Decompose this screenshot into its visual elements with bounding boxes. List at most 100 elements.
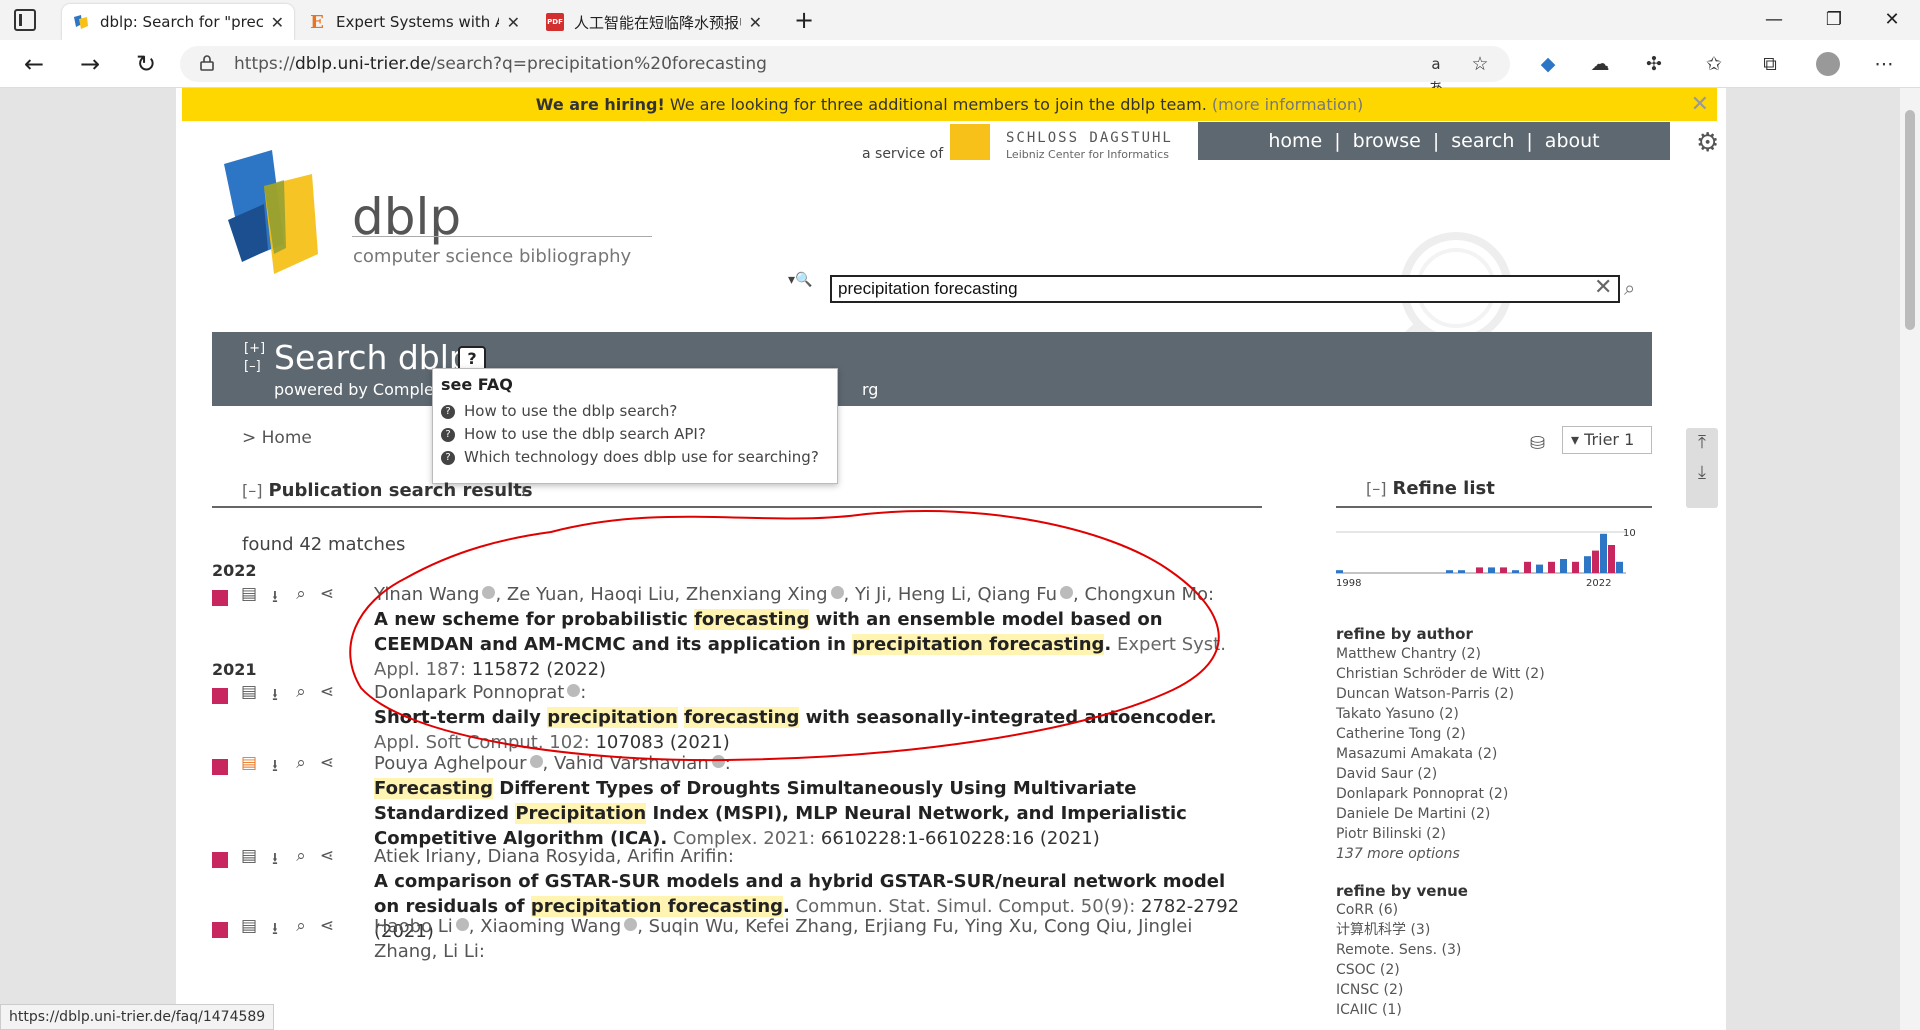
search-related-icon[interactable]: ⌕ (290, 846, 312, 866)
author-list[interactable]: Haobo Li, Xiaoming Wang, Suqin Wu, Kefei… (374, 916, 1192, 962)
refine-author-item[interactable]: Duncan Watson-Parris (2) (1336, 684, 1545, 704)
download-icon[interactable]: ⭳ (264, 753, 286, 782)
extension-icon[interactable]: ◆ (1536, 52, 1560, 76)
histogram-bar[interactable] (1584, 556, 1591, 573)
tab-dblp-search[interactable]: dblp: Search for "precipitation fo ✕ (62, 4, 294, 40)
download-icon[interactable]: ⭳ (264, 584, 286, 613)
search-input[interactable] (830, 275, 1620, 303)
favorite-add-icon[interactable]: ☆ (1468, 52, 1492, 76)
tab-expert-systems[interactable]: E Expert Systems with Applications ✕ (298, 4, 530, 40)
close-window-icon[interactable]: ✕ (1872, 6, 1912, 34)
forward-icon[interactable]: → (74, 48, 106, 80)
read-aloud-icon[interactable]: aあ (1424, 52, 1448, 97)
search-related-icon[interactable]: ⌕ (290, 916, 312, 936)
collections-icon[interactable]: ⧉ (1758, 52, 1782, 76)
share-icon[interactable]: ⋖ (316, 753, 338, 773)
histogram-bar[interactable] (1488, 567, 1495, 573)
histogram-bar[interactable] (1616, 561, 1623, 573)
refine-venue-item[interactable]: CoRR (6) (1336, 900, 1461, 920)
tab-actions-icon[interactable] (14, 9, 36, 31)
histogram-bar[interactable] (1572, 561, 1579, 573)
refine-venue-item[interactable]: Remote. Sens. (3) (1336, 940, 1461, 960)
nav-about[interactable]: about (1545, 130, 1600, 152)
dblp-logo-icon[interactable] (220, 150, 340, 280)
author-list[interactable]: Yinan Wang, Ze Yuan, Haoqi Liu, Zhenxian… (374, 584, 1214, 605)
refine-author-item[interactable]: Catherine Tong (2) (1336, 724, 1545, 744)
banner-close-icon[interactable]: ✕ (1691, 88, 1709, 121)
refine-venue-item[interactable]: ICAIIC (1) (1336, 1000, 1461, 1020)
refine-author-item[interactable]: Matthew Chantry (2) (1336, 644, 1545, 664)
scroll-to-top-icon[interactable]: ⤒ (1686, 428, 1718, 458)
download-icon[interactable]: ⭳ (264, 846, 286, 875)
histogram-bar[interactable] (1458, 570, 1465, 573)
refine-author-item[interactable]: Masazumi Amakata (2) (1336, 744, 1545, 764)
author-list[interactable]: Atiek Iriany, Diana Rosyida, Arifin Arif… (374, 846, 734, 867)
page-scrollbar[interactable] (1900, 88, 1920, 1030)
export-results-icon[interactable]: ⭳ (521, 481, 526, 505)
settings-gear-icon[interactable]: ⚙ (1696, 128, 1719, 158)
new-tab-icon[interactable]: + (784, 6, 824, 34)
download-icon[interactable]: ⭳ (264, 916, 286, 945)
profile-avatar-icon[interactable] (1816, 52, 1840, 76)
favorites-icon[interactable]: ✩ (1702, 52, 1726, 76)
search-clear-icon[interactable]: ✕ (1594, 275, 1612, 300)
publication-results-header[interactable]: [–] Publication search results (242, 480, 533, 501)
histogram-bar[interactable] (1560, 559, 1567, 573)
scroll-to-bottom-icon[interactable]: ⤓ (1686, 458, 1718, 488)
publication-title[interactable]: A new scheme for probabilistic forecasti… (374, 609, 1163, 655)
breadcrumb[interactable]: > Home (242, 428, 312, 448)
refine-venue-item[interactable]: CSOC (2) (1336, 960, 1461, 980)
mirror-select[interactable]: ▾ Trier 1 (1562, 426, 1652, 454)
faq-link-api[interactable]: ? How to use the dblp search API? (441, 423, 829, 446)
venue[interactable]: Appl. Soft Comput. 102: 107083 (2021) (374, 732, 730, 753)
faq-link-search[interactable]: ? How to use the dblp search? (441, 400, 829, 423)
dagstuhl-name[interactable]: SCHLOSS DAGSTUHL (1006, 130, 1173, 146)
tab-close-icon[interactable]: ✕ (749, 13, 762, 32)
nav-browse[interactable]: browse (1353, 130, 1421, 152)
search-related-icon[interactable]: ⌕ (290, 753, 312, 773)
share-icon[interactable]: ⋖ (316, 916, 338, 936)
download-icon[interactable]: ⭳ (264, 682, 286, 711)
electronic-edition-icon[interactable]: ▤ (238, 682, 260, 702)
refine-author-item[interactable]: David Saur (2) (1336, 764, 1545, 784)
refine-author-item[interactable]: Donlapark Ponnoprat (2) (1336, 784, 1545, 804)
histogram-bar[interactable] (1548, 561, 1555, 573)
faq-link-technology[interactable]: ? Which technology does dblp use for sear… (441, 446, 829, 469)
tab-close-icon[interactable]: ✕ (271, 13, 284, 32)
electronic-edition-icon[interactable]: ▤ (238, 584, 260, 604)
address-bar[interactable]: https://dblp.uni-trier.de/search?q=preci… (180, 46, 1510, 97)
scrollbar-thumb[interactable] (1905, 110, 1915, 330)
share-icon[interactable]: ⋖ (316, 682, 338, 702)
histogram-bar[interactable] (1592, 550, 1599, 573)
banner-more-link[interactable]: (more information) (1212, 95, 1363, 114)
more-menu-icon[interactable]: ⋯ (1872, 52, 1896, 76)
tab-pdf[interactable]: PDF 人工智能在短临降水预报中应用 ✕ (536, 4, 772, 40)
cloud-icon[interactable]: ☁ (1588, 52, 1612, 76)
nav-search[interactable]: search (1451, 130, 1514, 152)
search-related-icon[interactable]: ⌕ (290, 682, 312, 702)
histogram-bar[interactable] (1446, 570, 1453, 573)
refine-author-item[interactable]: Takato Yasuno (2) (1336, 704, 1545, 724)
reload-icon[interactable]: ↻ (130, 48, 162, 80)
publication-year-histogram[interactable]: 1998 2022 10 (1336, 528, 1636, 592)
histogram-bar[interactable] (1600, 533, 1607, 573)
author-list[interactable]: Donlapark Ponnoprat: (374, 682, 586, 703)
share-icon[interactable]: ⋖ (316, 846, 338, 866)
refine-venue-item[interactable]: ICNSC (2) (1336, 980, 1461, 1000)
tab-close-icon[interactable]: ✕ (507, 13, 520, 32)
histogram-bar[interactable] (1536, 564, 1543, 573)
histogram-bar[interactable] (1336, 570, 1343, 573)
search-options-icon[interactable]: ▾🔍 (788, 272, 812, 288)
refine-list-header[interactable]: [–] Refine list (1366, 478, 1495, 499)
histogram-bar[interactable] (1512, 570, 1519, 573)
refine-author-item[interactable]: Daniele De Martini (2) (1336, 804, 1545, 824)
nav-home[interactable]: home (1268, 130, 1322, 152)
refine-author-item[interactable]: Piotr Bilinski (2) (1336, 824, 1545, 844)
histogram-bar[interactable] (1500, 567, 1507, 573)
expand-collapse-toggle[interactable]: [+] [–] (244, 340, 265, 376)
refine-venue-item[interactable]: 计算机科学 (3) (1336, 920, 1461, 940)
histogram-bar[interactable] (1476, 567, 1483, 573)
search-related-icon[interactable]: ⌕ (290, 584, 312, 604)
open-access-edition-icon[interactable]: ▤ (238, 753, 260, 773)
author-list[interactable]: Pouya Aghelpour, Vahid Varshavian: (374, 753, 731, 774)
